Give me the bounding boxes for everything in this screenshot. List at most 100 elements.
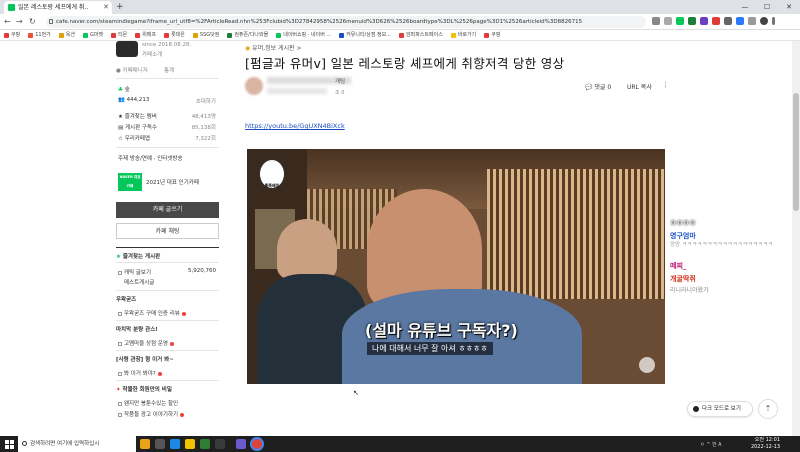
author-avatar[interactable] <box>245 77 263 95</box>
board-item[interactable]: 작품들 광고 이야기하기 <box>118 410 185 418</box>
extension-blue-icon[interactable] <box>736 17 744 25</box>
invite-link[interactable]: 초대하기 <box>196 97 216 105</box>
article-main: ◉ 유머,정보 게시판 > [펌글과 유머v] 일본 레스토랑 셰프에게 취향저… <box>245 41 670 436</box>
video-person-left-head <box>277 219 337 279</box>
minimize-icon[interactable]: — <box>734 0 756 14</box>
search-icon <box>22 441 27 446</box>
bookmark-item[interactable]: SSG닷컴 <box>192 30 219 40</box>
bookmark-item[interactable]: 위메프 <box>135 30 156 40</box>
bookmark-item[interactable]: 컴퓨존/다나와몰 <box>227 30 268 40</box>
new-tab-button[interactable]: + <box>116 1 124 13</box>
comment-button[interactable]: 💬 댓글 0 <box>585 82 611 91</box>
board-item[interactable]: 고멤마을 상점 운영 <box>118 339 174 347</box>
bookmark-item[interactable]: 암퍼파스트페이스 <box>399 30 443 40</box>
maximize-icon[interactable]: ☐ <box>756 0 778 14</box>
bookmark-item[interactable]: 네이버쇼핑 · 네이버 ... <box>276 30 331 40</box>
menu-dots-icon[interactable] <box>772 17 775 25</box>
forward-icon[interactable]: → <box>16 16 23 28</box>
category-icon: ◉ <box>245 45 251 52</box>
board-item[interactable]: 캐릭 글보기 5,920,760 <box>118 268 216 276</box>
scroll-to-top-button[interactable]: ⇡ <box>758 399 778 419</box>
board-item[interactable]: 봐 이거 봐야? <box>118 369 162 377</box>
reload-icon[interactable]: ↻ <box>29 16 36 28</box>
profile-avatar[interactable] <box>760 17 768 25</box>
url-copy-button[interactable]: URL 복사 <box>627 82 652 91</box>
bookmarks-bar: 쿠팡 11번가 옥션 G마켓 티몬 위메프 롯데온 SSG닷컴 컴퓨존/다나와몰 네이버쇼핑 · … <box>0 30 800 41</box>
lock-icon <box>49 19 53 24</box>
store-icon[interactable] <box>215 439 225 449</box>
cafe-info-link[interactable]: 카페소개 <box>142 50 162 58</box>
system-tray[interactable]: ㅇ ^ 한 A <box>700 441 722 448</box>
board-item[interactable]: 우왁굳즈 구매 인증 리뷰 <box>118 309 186 317</box>
write-post-button[interactable]: 카페 글쓰기 <box>116 202 219 218</box>
extension-red-icon[interactable] <box>712 17 720 25</box>
bookmark-item[interactable]: G마켓 <box>82 30 103 40</box>
divider <box>116 350 219 351</box>
bookmark-item[interactable]: 바로가기 <box>450 30 476 40</box>
bookmark-favicon-icon <box>164 32 170 38</box>
category-link[interactable]: ◉ 유머,정보 게시판 > <box>245 43 302 52</box>
close-window-icon[interactable]: ✕ <box>778 0 800 14</box>
bookmark-favicon-icon <box>111 32 117 38</box>
post-date-blurred <box>267 88 327 94</box>
browser-tab[interactable]: 일본 레스토랑 세프에게 취.. ✕ <box>4 1 112 14</box>
bookmark-item[interactable]: 11번가 <box>28 30 51 40</box>
chat-username: 떼찌_ <box>670 262 687 270</box>
windows-taskbar: 검색하려면 여기에 입력하십시 ㅇ ^ 한 A 오전 12:01 2022-12… <box>0 436 800 452</box>
board-item[interactable]: 메스트게시글 <box>124 278 154 286</box>
bookmark-favicon-icon <box>227 32 233 38</box>
video-player[interactable]: 똑똑배이 (설마 유튜브 구독자?) 나에 대해서 너무 잘 아셔 ㅎㅎㅎㅎ <box>247 149 665 384</box>
taskbar-search-input[interactable]: 검색하려면 여기에 입력하십시 <box>18 436 136 452</box>
bookmark-star-icon[interactable] <box>664 17 672 25</box>
bookmark-favicon-icon <box>192 32 198 38</box>
stats-link[interactable]: 통계 <box>164 66 174 74</box>
page-scrollbar[interactable] <box>792 41 800 436</box>
cafe-manager-link[interactable]: ● 카페매니저 <box>116 66 148 74</box>
bookmark-item[interactable]: 옥션 <box>58 30 75 40</box>
naver-award-badge: NAVER 대표카페 <box>118 173 142 191</box>
divider <box>116 78 219 79</box>
bookmark-favicon-icon <box>339 32 345 38</box>
bookmark-favicon-icon <box>82 32 88 38</box>
bookmark-item[interactable]: 쿠팡 <box>4 30 20 40</box>
bookmark-item[interactable]: 롯데온 <box>164 30 185 40</box>
scrollbar-thumb[interactable] <box>793 93 799 211</box>
share-icon[interactable] <box>652 17 660 25</box>
youtube-link[interactable]: https://youtu.be/GgUXN4BiXck <box>245 122 345 130</box>
extension-dark-green-icon[interactable] <box>688 17 696 25</box>
dark-mode-button[interactable]: 다크 모드로 보기 <box>687 401 753 417</box>
edge-icon[interactable] <box>170 439 180 449</box>
taskbar-app-icon[interactable] <box>140 439 150 449</box>
board-icon <box>118 341 122 346</box>
bookmark-item[interactable]: 쿠팡 <box>484 30 500 40</box>
minecraft-icon[interactable] <box>200 439 210 449</box>
address-bar-row: ← → ↻ cafe.naver.com/steamindiegame?ifra… <box>0 14 800 30</box>
extension-purple-icon[interactable] <box>700 17 708 25</box>
bookmark-favicon-icon <box>450 32 456 38</box>
board-icon <box>118 270 122 275</box>
bookmark-item[interactable]: 커뮤니티/상점 정보... <box>339 30 391 40</box>
cafe-chat-button[interactable]: 카페 채팅 <box>116 223 219 239</box>
bookmark-favicon-icon <box>484 32 490 38</box>
taskbar-clock[interactable]: 오전 12:01 2022-12-13 <box>751 437 780 451</box>
puzzle-icon[interactable] <box>748 17 756 25</box>
bookmark-item[interactable]: 티몬 <box>111 30 127 40</box>
discord-icon[interactable] <box>236 439 246 449</box>
mouse-cursor-icon: ↖ <box>353 389 359 397</box>
back-icon[interactable]: ← <box>4 16 11 28</box>
windows-start-icon[interactable] <box>0 436 18 452</box>
menu-section: 우왁굳즈 <box>116 297 137 303</box>
file-explorer-icon[interactable] <box>185 439 195 449</box>
extension-grey-icon[interactable] <box>724 17 732 25</box>
more-options-icon[interactable]: ⋮ <box>662 81 669 89</box>
url-input[interactable]: cafe.naver.com/steamindiegame?iframe_url… <box>46 16 646 28</box>
board-item[interactable]: 왠지만 봉툰수있는 할인 <box>118 399 178 407</box>
task-view-icon[interactable] <box>155 439 165 449</box>
close-tab-icon[interactable]: ✕ <box>103 1 109 14</box>
chrome-icon[interactable] <box>252 439 262 449</box>
extension-green-icon[interactable] <box>676 17 684 25</box>
new-badge <box>181 311 186 316</box>
video-watermark-icon <box>639 357 655 373</box>
menu-section: [사령 관장] 형 이거 봐~ <box>116 357 174 363</box>
board-icon <box>118 371 122 376</box>
